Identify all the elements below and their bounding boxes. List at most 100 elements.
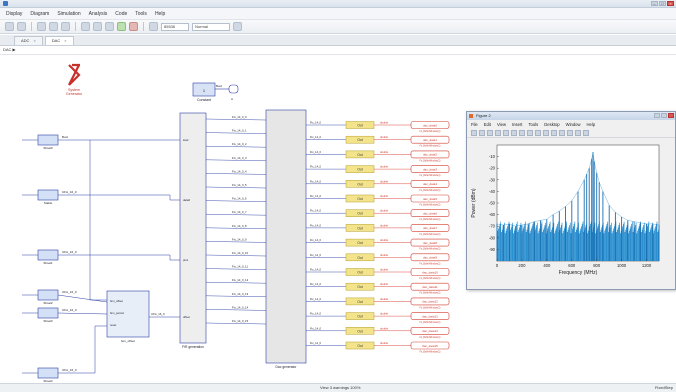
library-icon[interactable] — [61, 22, 70, 31]
breadcrumb[interactable]: DAC ▶ — [0, 46, 676, 55]
figure-menu-view[interactable]: View — [497, 121, 506, 129]
data-cursor-icon[interactable] — [543, 130, 549, 136]
gateway-out-label: Out — [357, 241, 362, 245]
legend-icon[interactable] — [567, 130, 573, 136]
gateway-out-label: Out — [357, 329, 362, 333]
channel-type-label: Fix_14_0 — [310, 165, 322, 169]
figure-menu-help[interactable]: Help — [587, 121, 596, 129]
figure-menu-desktop[interactable]: Desktop — [544, 121, 559, 129]
double-type-label: double — [380, 282, 389, 286]
pointer-icon[interactable] — [503, 130, 509, 136]
step-icon[interactable] — [149, 22, 158, 31]
sample-rate-note: Fs_BufferWindow(1) — [420, 336, 441, 339]
source-block[interactable] — [37, 249, 59, 261]
source-type: UFix_16_0 — [62, 250, 77, 254]
matlab-figure-icon — [469, 114, 473, 118]
double-type-label: double — [380, 341, 389, 345]
tab-dac[interactable]: DAC × — [44, 36, 74, 45]
sample-rate-note: Fs_BufferWindow(1) — [420, 321, 441, 324]
source-label: Shsel1 — [43, 261, 53, 265]
figure-menu-edit[interactable]: Edit — [484, 121, 491, 129]
menu-analysis[interactable]: Analysis — [89, 11, 108, 17]
channel-type-label: Fix_14_0 — [310, 282, 322, 286]
save-figure-icon[interactable] — [487, 130, 493, 136]
terminator-block[interactable] — [228, 84, 239, 94]
channel-type-label: Fix_14_0_15 — [232, 319, 249, 323]
output-name: dac_data0 — [423, 123, 437, 127]
source-block[interactable] — [37, 189, 59, 201]
brush-icon[interactable] — [551, 130, 557, 136]
tab-adc[interactable]: ADC × — [14, 36, 43, 45]
double-type-label: double — [380, 194, 389, 198]
double-type-label: double — [380, 179, 389, 183]
undo-icon[interactable] — [81, 22, 90, 31]
title-bar: – □ × — [0, 0, 676, 8]
menu-tools[interactable]: Tools — [135, 11, 147, 17]
fir-generation-label: FIR generation — [182, 345, 204, 349]
print-icon[interactable] — [495, 130, 501, 136]
y-tick-label: -40 — [489, 189, 496, 194]
new-figure-icon[interactable] — [471, 130, 477, 136]
figure-minimize-icon[interactable] — [654, 113, 660, 118]
fir-to-dac-wire — [205, 309, 267, 311]
figure-menu-file[interactable]: File — [471, 121, 478, 129]
zoom-icon[interactable] — [105, 22, 114, 31]
channel-type-label: Fix_14_0_10 — [232, 251, 249, 255]
run-icon[interactable] — [117, 22, 126, 31]
y-tick-label: -10 — [489, 154, 496, 159]
sample-rate-note: Fs_BufferWindow(1) — [420, 306, 441, 309]
menu-display[interactable]: Display — [6, 11, 22, 17]
x-tick-label: 400 — [543, 263, 551, 268]
zoom-in-icon[interactable] — [511, 130, 517, 136]
rotate-icon[interactable] — [535, 130, 541, 136]
figure-menu-insert[interactable]: Insert — [512, 121, 522, 129]
source-block[interactable] — [37, 289, 59, 301]
logo-line2: Generator — [66, 92, 83, 96]
hide-tools-icon[interactable] — [575, 130, 581, 136]
menu-diagram[interactable]: Diagram — [30, 11, 49, 17]
back-icon[interactable] — [5, 22, 14, 31]
menu-help[interactable]: Help — [155, 11, 165, 17]
figure-toolbar — [467, 129, 675, 138]
colorbar-icon[interactable] — [559, 130, 565, 136]
zoom-out-icon[interactable] — [519, 130, 525, 136]
forward-icon[interactable] — [17, 22, 26, 31]
fir-to-dac-wire — [205, 186, 267, 189]
source-block[interactable] — [37, 134, 59, 146]
double-type-label: double — [380, 297, 389, 301]
menu-simulation[interactable]: Simulation — [57, 11, 80, 17]
source-block[interactable] — [37, 307, 59, 319]
new-model-icon[interactable] — [37, 22, 46, 31]
source-block[interactable] — [37, 367, 59, 379]
channel-type-label: Fix_14_0 — [310, 341, 322, 345]
menu-code[interactable]: Code — [115, 11, 127, 17]
maximize-icon[interactable]: □ — [659, 1, 666, 6]
double-type-label: double — [380, 135, 389, 139]
show-tools-icon[interactable] — [583, 130, 589, 136]
minimize-icon[interactable]: – — [651, 1, 658, 6]
x-tick-label: 800 — [593, 263, 601, 268]
double-type-label: double — [380, 150, 389, 154]
fir-generation-block[interactable] — [179, 112, 207, 344]
figure-menu-window[interactable]: Window — [566, 121, 581, 129]
figure-menu-tools[interactable]: Tools — [528, 121, 538, 129]
gateway-out-label: Out — [357, 285, 362, 289]
figure-plot-area[interactable]: 0 200 400 600 800 1000 1200 -10 -20 -30 -40 -50 -60 -… — [467, 139, 675, 289]
redo-icon[interactable] — [93, 22, 102, 31]
tab-close-icon[interactable]: × — [64, 38, 66, 43]
sim-mode-select[interactable]: Normal — [192, 22, 230, 31]
settings-icon[interactable] — [233, 22, 242, 31]
pan-icon[interactable] — [527, 130, 533, 136]
output-name: dac_data15 — [422, 344, 438, 348]
figure-maximize-icon[interactable] — [661, 113, 667, 118]
figure-close-icon[interactable] — [668, 113, 674, 118]
gateway-out-label: Out — [357, 182, 362, 186]
stop-time-field[interactable]: 85536 — [161, 22, 189, 31]
dac-generator-block[interactable] — [265, 109, 307, 364]
stop-icon[interactable] — [129, 22, 138, 31]
save-icon[interactable] — [49, 22, 58, 31]
channel-type-label: Fix_14_0 — [310, 209, 322, 213]
open-icon[interactable] — [479, 130, 485, 136]
close-icon[interactable]: × — [667, 1, 674, 6]
tab-close-icon[interactable]: × — [33, 38, 35, 43]
